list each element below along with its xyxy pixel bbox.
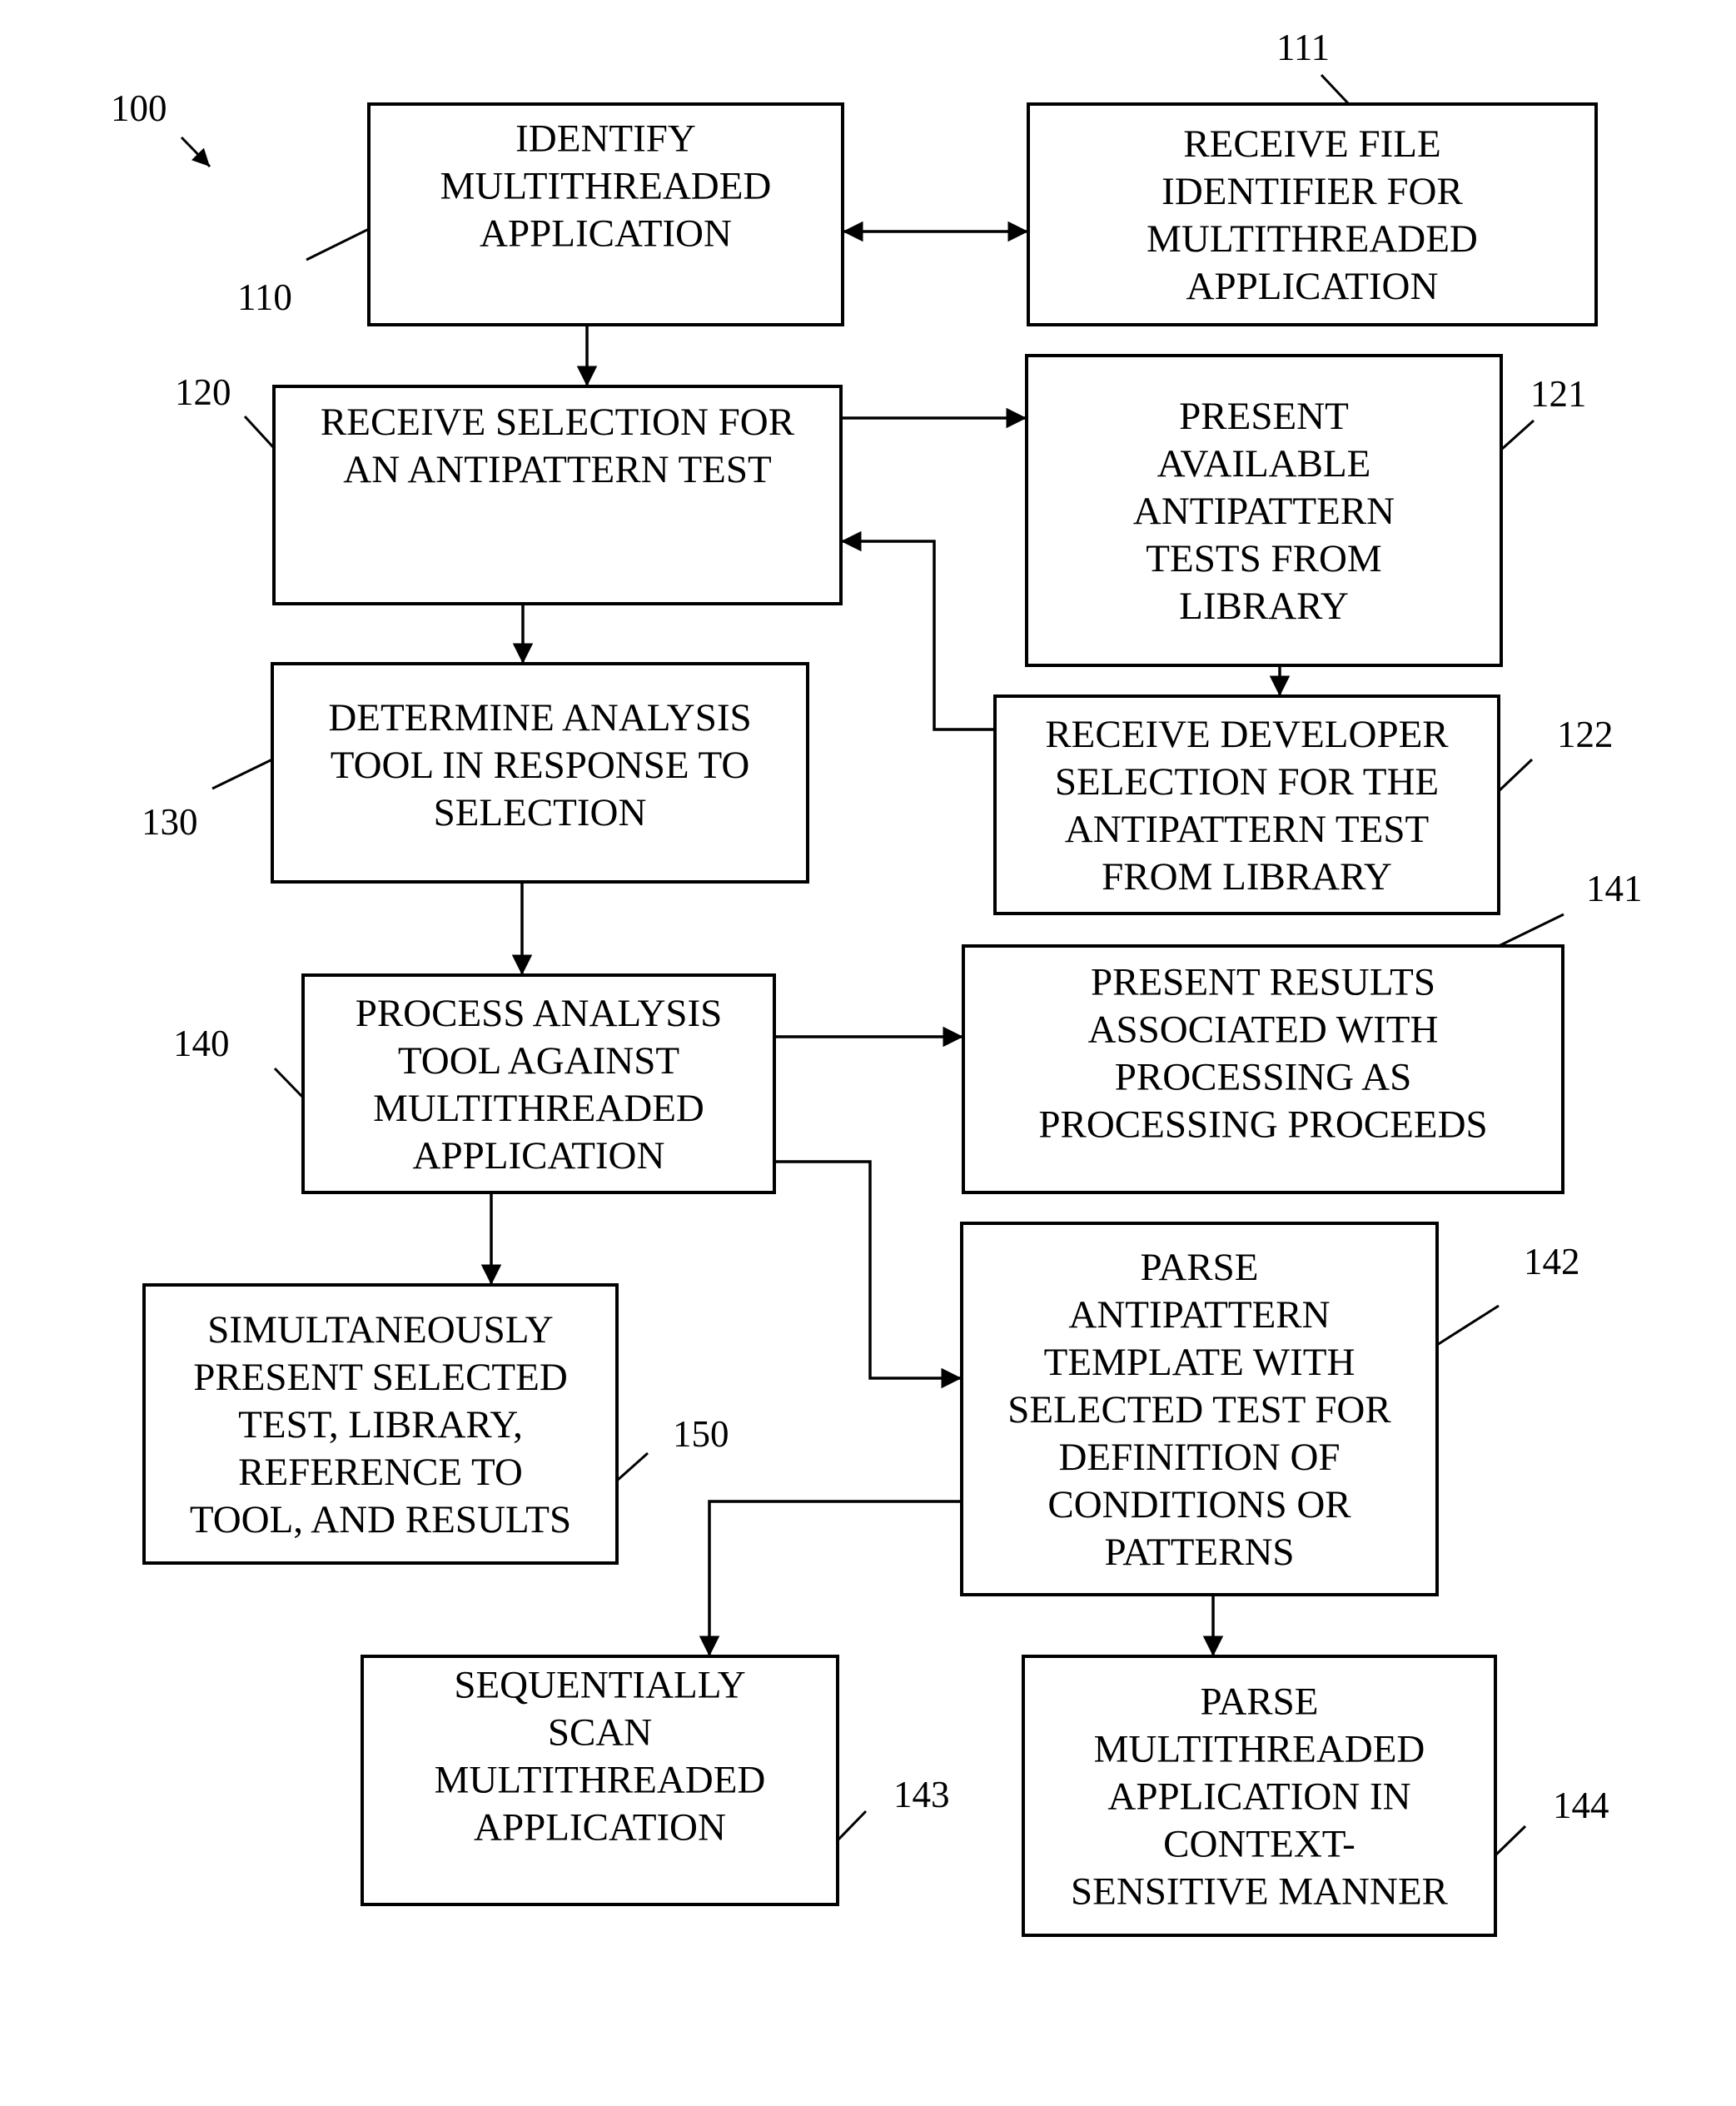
ref-label-144: 144 <box>1553 1785 1609 1826</box>
flowchart-diagram: 100 IDENTIFYMULTITHREADEDAPPLICATION REC… <box>111 27 1643 1937</box>
edge-140-142 <box>774 1160 962 1389</box>
box-111-text-line: APPLICATION <box>1186 265 1439 308</box>
box-143: SEQUENTIALLYSCANMULTITHREADEDAPPLICATION <box>361 1655 839 1906</box>
box-141-text-line: PRESENT RESULTS <box>1091 961 1435 1004</box>
box-144-text-line: CONTEXT- <box>1163 1823 1355 1866</box>
box-143-text-line: APPLICATION <box>474 1806 726 1850</box>
box-130-text-line: DETERMINE ANALYSIS <box>328 696 751 739</box>
box-141-text-line: PROCESSING PROCEEDS <box>1038 1103 1487 1147</box>
box-142-text-line: ANTIPATTERN <box>1068 1293 1330 1337</box>
box-144-text-line: PARSE <box>1201 1680 1319 1724</box>
box-150-text-line: TOOL, AND RESULTS <box>190 1498 571 1541</box>
box-150-text-line: REFERENCE TO <box>238 1451 523 1494</box>
box-140: PROCESS ANALYSISTOOL AGAINSTMULTITHREADE… <box>301 973 776 1194</box>
box-150-text-line: TEST, LIBRARY, <box>238 1403 523 1446</box>
leader-144 <box>1494 1825 1527 1857</box>
box-110: IDENTIFYMULTITHREADEDAPPLICATION <box>367 102 844 326</box>
box-142: PARSEANTIPATTERNTEMPLATE WITHSELECTED TE… <box>960 1222 1439 1596</box>
box-120-text-line: AN ANTIPATTERN TEST <box>343 448 771 491</box>
box-122: RECEIVE DEVELOPERSELECTION FOR THEANTIPA… <box>993 695 1500 915</box>
box-144: PARSEMULTITHREADEDAPPLICATION INCONTEXT-… <box>1022 1655 1497 1937</box>
box-121-text-line: AVAILABLE <box>1157 442 1371 485</box>
box-143-text-line: SCAN <box>548 1711 652 1755</box>
leader-130 <box>211 758 273 790</box>
box-111-text-line: IDENTIFIER FOR <box>1161 170 1463 213</box>
leader-122 <box>1497 758 1534 793</box>
box-130-text-line: TOOL IN RESPONSE TO <box>331 744 750 787</box>
box-141: PRESENT RESULTSASSOCIATED WITHPROCESSING… <box>962 944 1564 1194</box>
box-140-text-line: MULTITHREADED <box>373 1087 704 1130</box>
box-143-text-line: SEQUENTIALLY <box>454 1664 745 1707</box>
box-121: PRESENTAVAILABLE ANTIPATTERNTESTS FROM LIB… <box>1025 354 1503 667</box>
box-150-text-line: PRESENT SELECTED <box>193 1356 568 1399</box>
box-144-text-line: SENSITIVE MANNER <box>1071 1870 1449 1914</box>
box-142-text-line: SELECTED TEST FOR <box>1007 1388 1391 1431</box>
box-121-text-line: PRESENT <box>1179 395 1349 438</box>
ref-label-142: 142 <box>1524 1241 1580 1282</box>
box-142-text-line: PARSE <box>1141 1246 1259 1289</box>
box-150-text-line: SIMULTANEOUSLY <box>207 1308 553 1352</box>
box-140-text-line: PROCESS ANALYSIS <box>356 992 723 1035</box>
box-110-text-line: MULTITHREADED <box>440 165 772 208</box>
box-144-text-line: MULTITHREADED <box>1094 1728 1425 1771</box>
leader-143 <box>836 1810 868 1842</box>
box-122-text-line: ANTIPATTERN TEST <box>1065 808 1429 851</box>
box-120: RECEIVE SELECTION FORAN ANTIPATTERN TEST <box>272 385 843 605</box>
leader-150 <box>616 1451 649 1482</box>
box-141-text-line: PROCESSING AS <box>1115 1056 1412 1099</box>
box-142-text-line: TEMPLATE WITH <box>1044 1341 1355 1384</box>
box-111-text-line: MULTITHREADED <box>1147 217 1478 261</box>
box-120-text-line: RECEIVE SELECTION FOR <box>321 401 795 444</box>
box-122-text-line: SELECTION FOR THE <box>1055 760 1439 804</box>
box-142-text-line: DEFINITION OF <box>1058 1436 1340 1479</box>
box-110-text-line: IDENTIFY <box>515 117 696 161</box>
box-130-text-line: SELECTION <box>434 791 647 834</box>
ref-label-150: 150 <box>673 1413 729 1455</box>
ref-label-111: 111 <box>1276 27 1330 68</box>
figure-reference-arrow <box>180 136 211 168</box>
leader-142 <box>1436 1304 1500 1347</box>
ref-label-120: 120 <box>175 371 231 413</box>
box-142-text-line: PATTERNS <box>1104 1531 1294 1574</box>
figure-reference-label: 100 <box>111 87 167 129</box>
box-110-text-line: APPLICATION <box>480 212 732 256</box>
box-111: RECEIVE FILEIDENTIFIER FORMULTITHREADEDA… <box>1027 102 1598 326</box>
leader-120 <box>243 415 276 450</box>
leader-110 <box>306 227 370 261</box>
box-144-text-line: APPLICATION IN <box>1107 1775 1410 1819</box>
leader-111 <box>1320 73 1350 106</box>
box-141-text-line: ASSOCIATED WITH <box>1088 1008 1439 1052</box>
ref-label-122: 122 <box>1557 714 1614 755</box>
leader-140 <box>273 1067 305 1099</box>
edge-122-120 <box>841 530 995 731</box>
box-122-text-line: RECEIVE DEVELOPER <box>1045 713 1449 756</box>
box-140-text-line: TOOL AGAINST <box>398 1039 679 1083</box>
ref-label-140: 140 <box>173 1023 230 1064</box>
ref-label-143: 143 <box>893 1774 950 1815</box>
box-111-text-line: RECEIVE FILE <box>1183 122 1440 166</box>
box-140-text-line: APPLICATION <box>413 1134 665 1177</box>
leader-141 <box>1498 913 1564 948</box>
box-130: DETERMINE ANALYSIS TOOL IN RESPONSE TOSEL… <box>271 662 809 884</box>
box-121-text-line: ANTIPATTERN <box>1133 490 1395 533</box>
ref-label-130: 130 <box>142 801 198 843</box>
leader-121 <box>1500 419 1535 451</box>
box-150: SIMULTANEOUSLYPRESENT SELECTEDTEST, LIBR… <box>142 1283 619 1565</box>
box-142-text-line: CONDITIONS OR <box>1047 1483 1351 1526</box>
ref-label-121: 121 <box>1530 373 1587 415</box>
box-122-text-line: FROM LIBRARY <box>1102 855 1392 899</box>
box-121-text-line: LIBRARY <box>1179 585 1349 628</box>
ref-label-110: 110 <box>237 276 292 318</box>
box-121-text-line: TESTS FROM <box>1146 537 1381 580</box>
edge-142-143 <box>699 1500 962 1656</box>
box-143-text-line: MULTITHREADED <box>435 1759 766 1802</box>
ref-label-141: 141 <box>1586 868 1643 909</box>
